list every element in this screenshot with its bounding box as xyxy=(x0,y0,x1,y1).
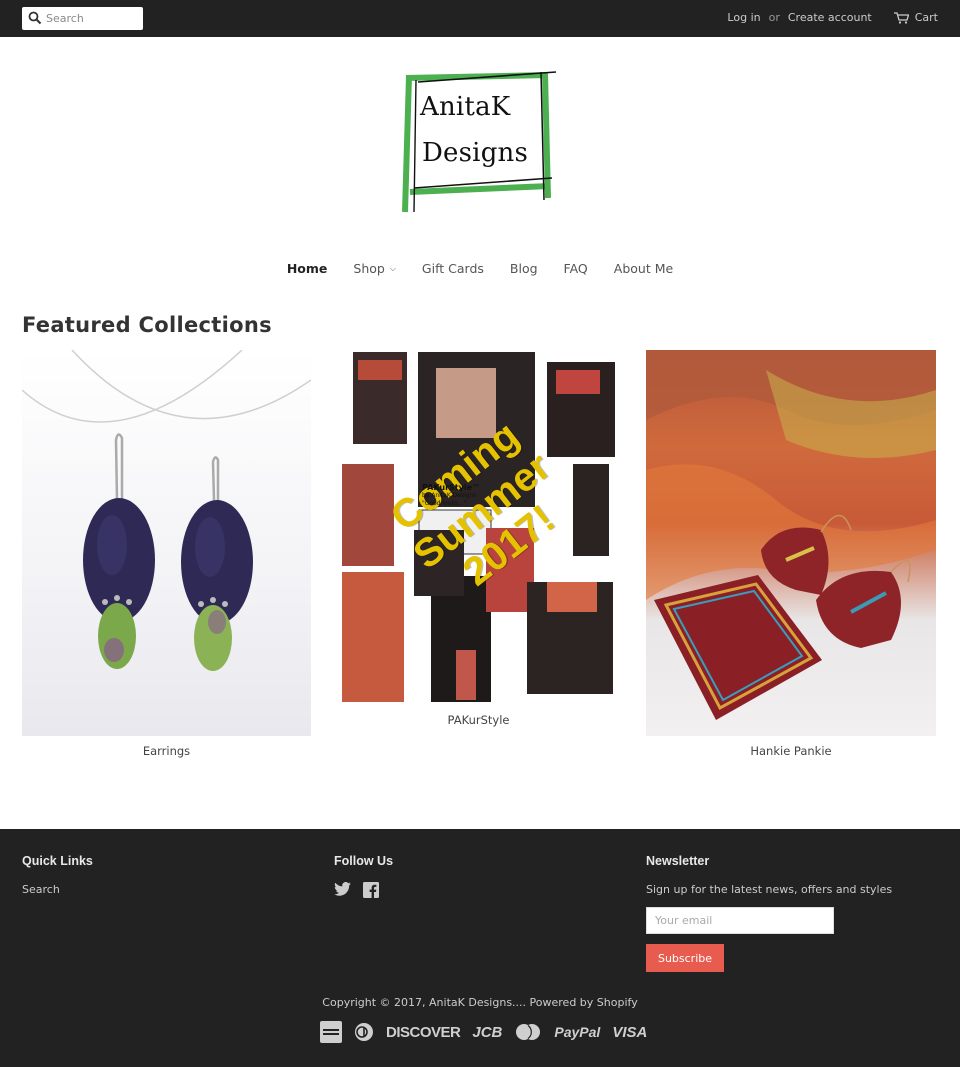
email-field[interactable] xyxy=(646,907,834,934)
jcb-icon: JCB xyxy=(472,1023,503,1041)
main-nav: Home Shop ⌵ Gift Cards Blog FAQ About Me xyxy=(0,261,960,276)
footer-search-link[interactable]: Search xyxy=(22,883,60,896)
cart-icon xyxy=(893,11,909,24)
mastercard-icon xyxy=(516,1024,541,1040)
featured-collections-title: Featured Collections xyxy=(22,313,272,337)
visa-icon: VISA xyxy=(612,1023,648,1041)
pakurstyle-badge: PAKurStyle™ by AnitaK Designs "Good look… xyxy=(422,484,490,508)
collection-card-hankie-pankie[interactable]: Hankie Pankie xyxy=(646,350,936,770)
payment-icons: DISCOVER JCB PayPal VISA xyxy=(320,1021,647,1043)
account-links: Log in or Create account Cart xyxy=(727,11,938,24)
login-link[interactable]: Log in xyxy=(727,11,760,24)
logo-line-2: Designs xyxy=(422,138,529,168)
diners-club-icon xyxy=(355,1023,373,1041)
nav-home[interactable]: Home xyxy=(287,261,328,276)
logo-line-1: AnitaK xyxy=(420,92,511,122)
nav-gift-cards[interactable]: Gift Cards xyxy=(422,261,484,276)
site-footer: Quick Links Search Follow Us Newsletter … xyxy=(0,829,960,1067)
copyright-text: Copyright © 2017, AnitaK Designs.... Pow… xyxy=(322,996,638,1009)
facebook-icon[interactable] xyxy=(363,882,379,898)
badge-title: PAKurStyle™ xyxy=(422,483,480,492)
nav-about-me[interactable]: About Me xyxy=(614,261,673,276)
american-express-icon xyxy=(320,1021,342,1043)
create-account-link[interactable]: Create account xyxy=(788,11,872,24)
nav-faq[interactable]: FAQ xyxy=(564,261,588,276)
or-separator: or xyxy=(768,11,780,24)
paypal-icon: PayPal xyxy=(554,1024,601,1040)
nav-shop[interactable]: Shop ⌵ xyxy=(353,261,396,276)
collection-name[interactable]: Hankie Pankie xyxy=(646,744,936,758)
cart-label: Cart xyxy=(914,11,938,24)
chevron-down-icon: ⌵ xyxy=(389,263,396,273)
cart-link[interactable]: Cart xyxy=(893,11,938,24)
badge-tag: "Good looks..." xyxy=(422,500,467,507)
earrings-image[interactable] xyxy=(22,350,311,736)
collection-name[interactable]: PAKurStyle xyxy=(334,713,623,727)
collection-name[interactable]: Earrings xyxy=(22,744,311,758)
badge-sub: by AnitaK Designs xyxy=(422,492,477,499)
site-logo[interactable]: AnitaK Designs xyxy=(400,70,560,216)
nav-blog[interactable]: Blog xyxy=(510,261,538,276)
quick-links-title: Quick Links xyxy=(22,854,93,868)
pakurstyle-image[interactable]: Coming Summer 2017! PAKurStyle™ by Anita… xyxy=(334,350,623,705)
twitter-icon[interactable] xyxy=(334,882,351,896)
collection-card-pakurstyle[interactable]: Coming Summer 2017! PAKurStyle™ by Anita… xyxy=(334,350,623,730)
newsletter-title: Newsletter xyxy=(646,854,710,868)
hankie-pankie-image[interactable] xyxy=(646,350,936,736)
newsletter-text: Sign up for the latest news, offers and … xyxy=(646,883,893,896)
earrings-illustration xyxy=(22,350,311,671)
hankie-pankie-illustration xyxy=(646,350,936,720)
follow-us-title: Follow Us xyxy=(334,854,394,868)
search-icon[interactable] xyxy=(28,11,42,25)
search-box[interactable] xyxy=(22,7,143,30)
discover-icon: DISCOVER xyxy=(386,1023,461,1041)
search-input[interactable] xyxy=(46,9,138,28)
subscribe-button[interactable]: Subscribe xyxy=(646,944,724,972)
social-links xyxy=(334,882,379,898)
collection-card-earrings[interactable]: Earrings xyxy=(22,350,311,770)
nav-shop-label: Shop xyxy=(353,261,385,276)
top-bar: Log in or Create account Cart xyxy=(0,0,960,37)
